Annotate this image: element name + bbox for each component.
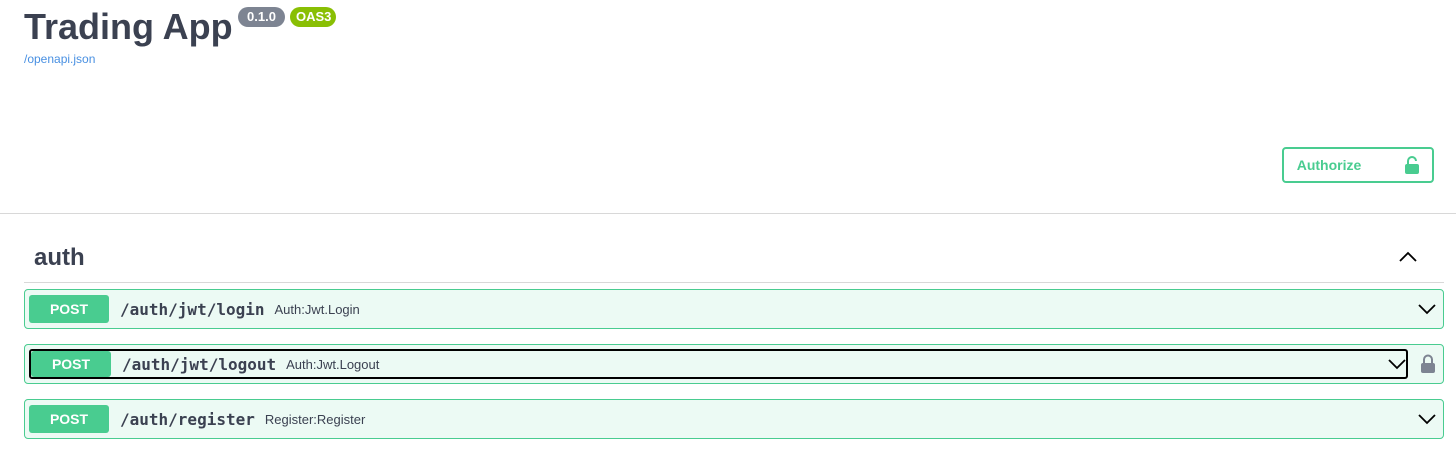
version-badge: 0.1.0 [238, 7, 285, 27]
operation-post-auth-register[interactable]: POST /auth/register Register:Register [24, 399, 1444, 439]
operation-post-auth-jwt-login[interactable]: POST /auth/jwt/login Auth:Jwt.Login [24, 289, 1444, 329]
method-badge: POST [29, 295, 109, 323]
oas-badge: OAS3 [290, 7, 336, 27]
unlocked-icon [1405, 156, 1420, 174]
operation-description: Auth:Jwt.Logout [286, 356, 380, 372]
tag-header[interactable]: auth [24, 232, 1444, 283]
method-badge: POST [31, 351, 111, 377]
operation-path: /auth/jwt/logout [122, 354, 277, 374]
operation-description: Auth:Jwt.Login [274, 301, 360, 317]
operation-description: Register:Register [264, 411, 366, 427]
tag-section-auth: auth POST /auth/jwt/login Auth:Jwt.Login… [24, 232, 1444, 439]
chevron-up-icon[interactable] [1398, 249, 1418, 263]
operation-summary[interactable]: POST /auth/jwt/login Auth:Jwt.Login [29, 295, 360, 323]
operation-summary[interactable]: POST /auth/jwt/logout Auth:Jwt.Logout [29, 349, 1408, 379]
chevron-down-icon[interactable] [1417, 412, 1437, 426]
operation-path: /auth/jwt/login [120, 299, 265, 319]
chevron-down-icon[interactable] [1417, 302, 1437, 316]
openapi-json-link[interactable]: /openapi.json [24, 52, 95, 66]
method-badge: POST [29, 405, 109, 433]
lock-icon[interactable] [1421, 354, 1435, 378]
api-info-header: Trading App 0.1.0 OAS3 /openapi.json Aut… [0, 0, 1456, 214]
authorize-label: Authorize [1296, 157, 1362, 173]
operation-path: /auth/register [120, 409, 255, 429]
page-title: Trading App [24, 6, 233, 47]
operation-summary[interactable]: POST /auth/register Register:Register [29, 405, 365, 433]
operation-post-auth-jwt-logout[interactable]: POST /auth/jwt/logout Auth:Jwt.Logout [24, 344, 1444, 384]
chevron-down-icon[interactable] [1387, 357, 1407, 371]
tag-name: auth [34, 244, 85, 271]
authorize-button[interactable]: Authorize [1282, 147, 1434, 183]
